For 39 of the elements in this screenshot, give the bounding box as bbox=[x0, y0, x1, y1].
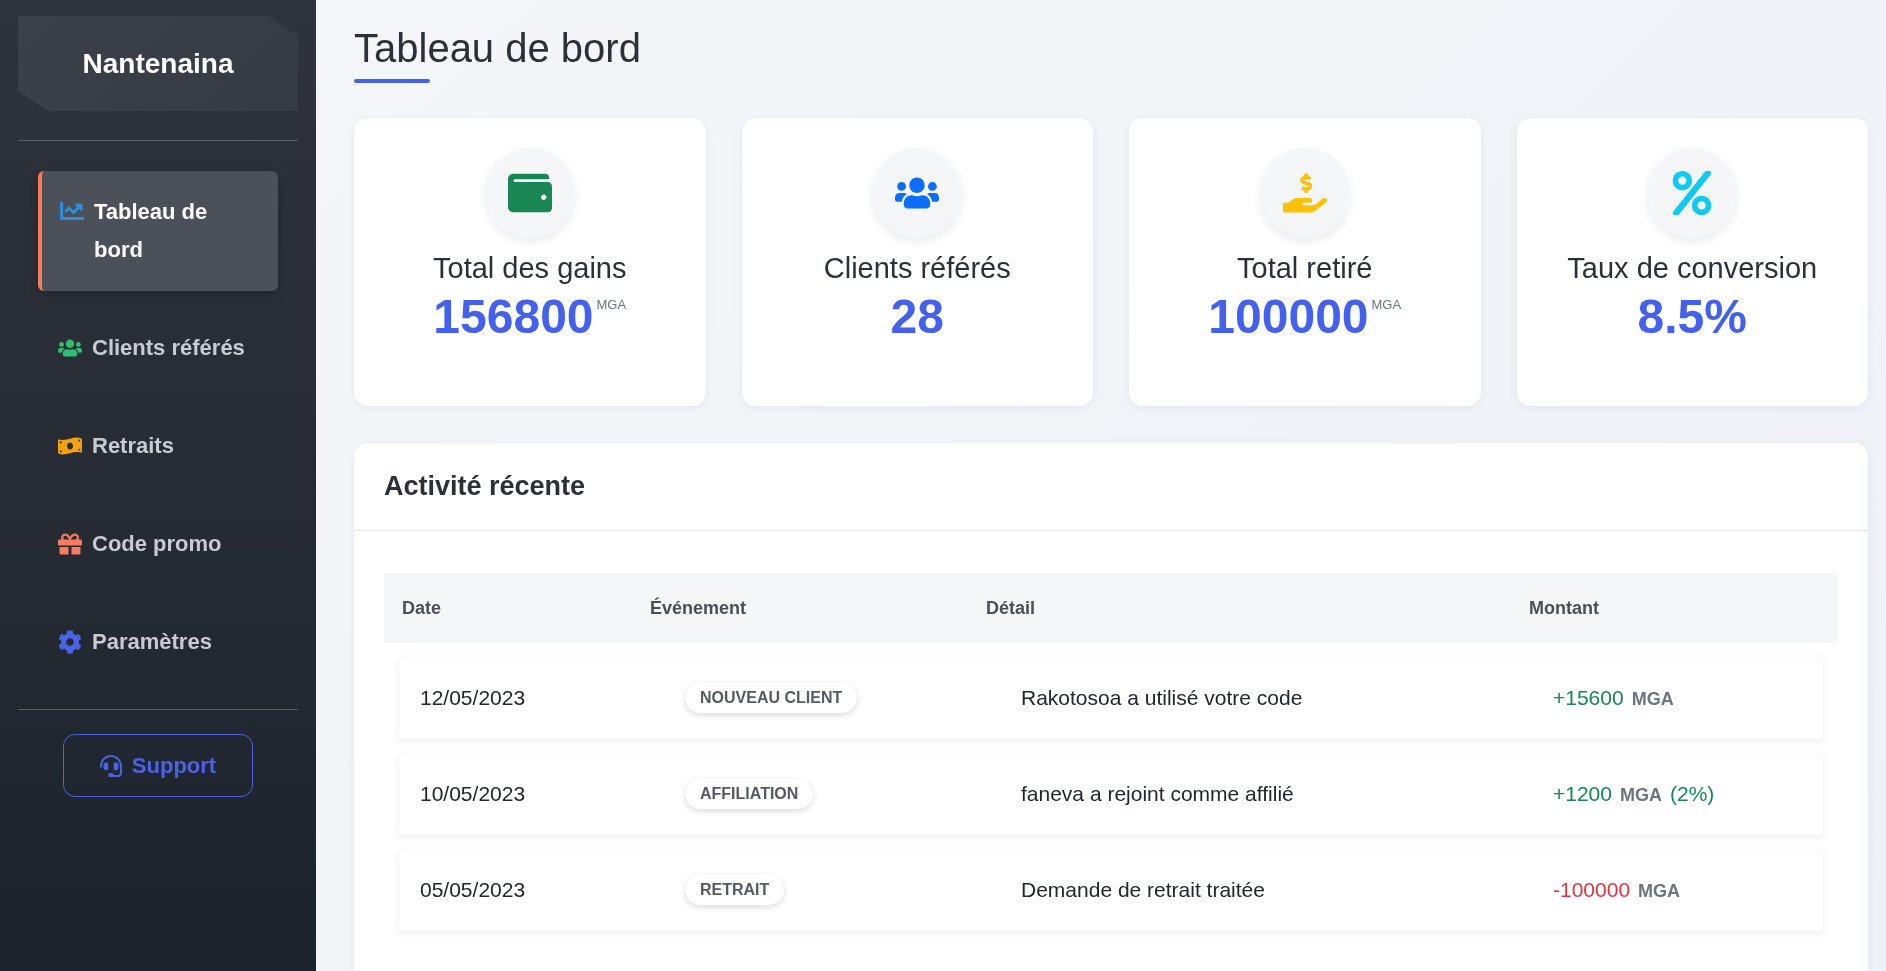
sidebar-item[interactable]: Tableau de bord bbox=[38, 171, 278, 291]
currency-unit: MGA bbox=[1620, 785, 1662, 806]
headset-icon bbox=[99, 754, 122, 777]
stat-value: 28 bbox=[890, 289, 944, 344]
event-tag: NOUVEAU CLIENT bbox=[685, 683, 858, 713]
brand-name: Nantenaina bbox=[18, 16, 298, 111]
sidebar-item[interactable]: Retraits bbox=[38, 405, 278, 487]
detail-cell-text: Demande de retrait traitée bbox=[1021, 878, 1266, 902]
stat-label: Taux de conversion bbox=[1567, 252, 1818, 285]
sidebar-item[interactable]: Code promo bbox=[38, 503, 278, 585]
column-header: Événement bbox=[650, 597, 748, 619]
stat-value: 100000 bbox=[1208, 289, 1369, 344]
stat-label: Total des gains bbox=[433, 252, 627, 285]
date-cell-text: 05/05/2023 bbox=[420, 878, 527, 902]
amount: +1200 bbox=[1553, 782, 1612, 806]
detail-cell-text: faneva a rejoint comme affilié bbox=[1021, 782, 1295, 806]
amount: -100000 bbox=[1553, 878, 1631, 902]
panel-title: Activité récente bbox=[354, 443, 1868, 531]
amount: +15600 bbox=[1553, 686, 1624, 710]
sidebar-item[interactable]: Paramètres bbox=[38, 601, 278, 683]
detail-cell-text: Rakotosoa a utilisé votre code bbox=[1021, 686, 1304, 710]
column-header: Montant bbox=[1529, 597, 1600, 619]
column-header: Détail bbox=[986, 597, 1037, 619]
currency-unit: MGA bbox=[1638, 881, 1681, 902]
currency-unit: MGA bbox=[1631, 689, 1674, 710]
stat-value: 8.5% bbox=[1637, 289, 1747, 344]
stat-label: Total retiré bbox=[1237, 252, 1373, 285]
date-cell-text: 12/05/2023 bbox=[420, 686, 527, 710]
sidebar-item[interactable]: Clients référés bbox=[38, 307, 278, 389]
page-title: Tableau de bord bbox=[354, 26, 641, 72]
stat-label: Clients référés bbox=[823, 252, 1011, 285]
event-tag: RETRAIT bbox=[685, 875, 785, 905]
stat-unit: MGA bbox=[1371, 297, 1402, 312]
column-header: Date bbox=[402, 597, 442, 619]
event-tag: AFFILIATION bbox=[685, 779, 814, 809]
date-cell-text: 10/05/2023 bbox=[420, 782, 527, 806]
stat-value: 156800 bbox=[433, 289, 594, 344]
stat-unit: MGA bbox=[596, 297, 627, 312]
percent-note: (2%) bbox=[1670, 782, 1715, 806]
